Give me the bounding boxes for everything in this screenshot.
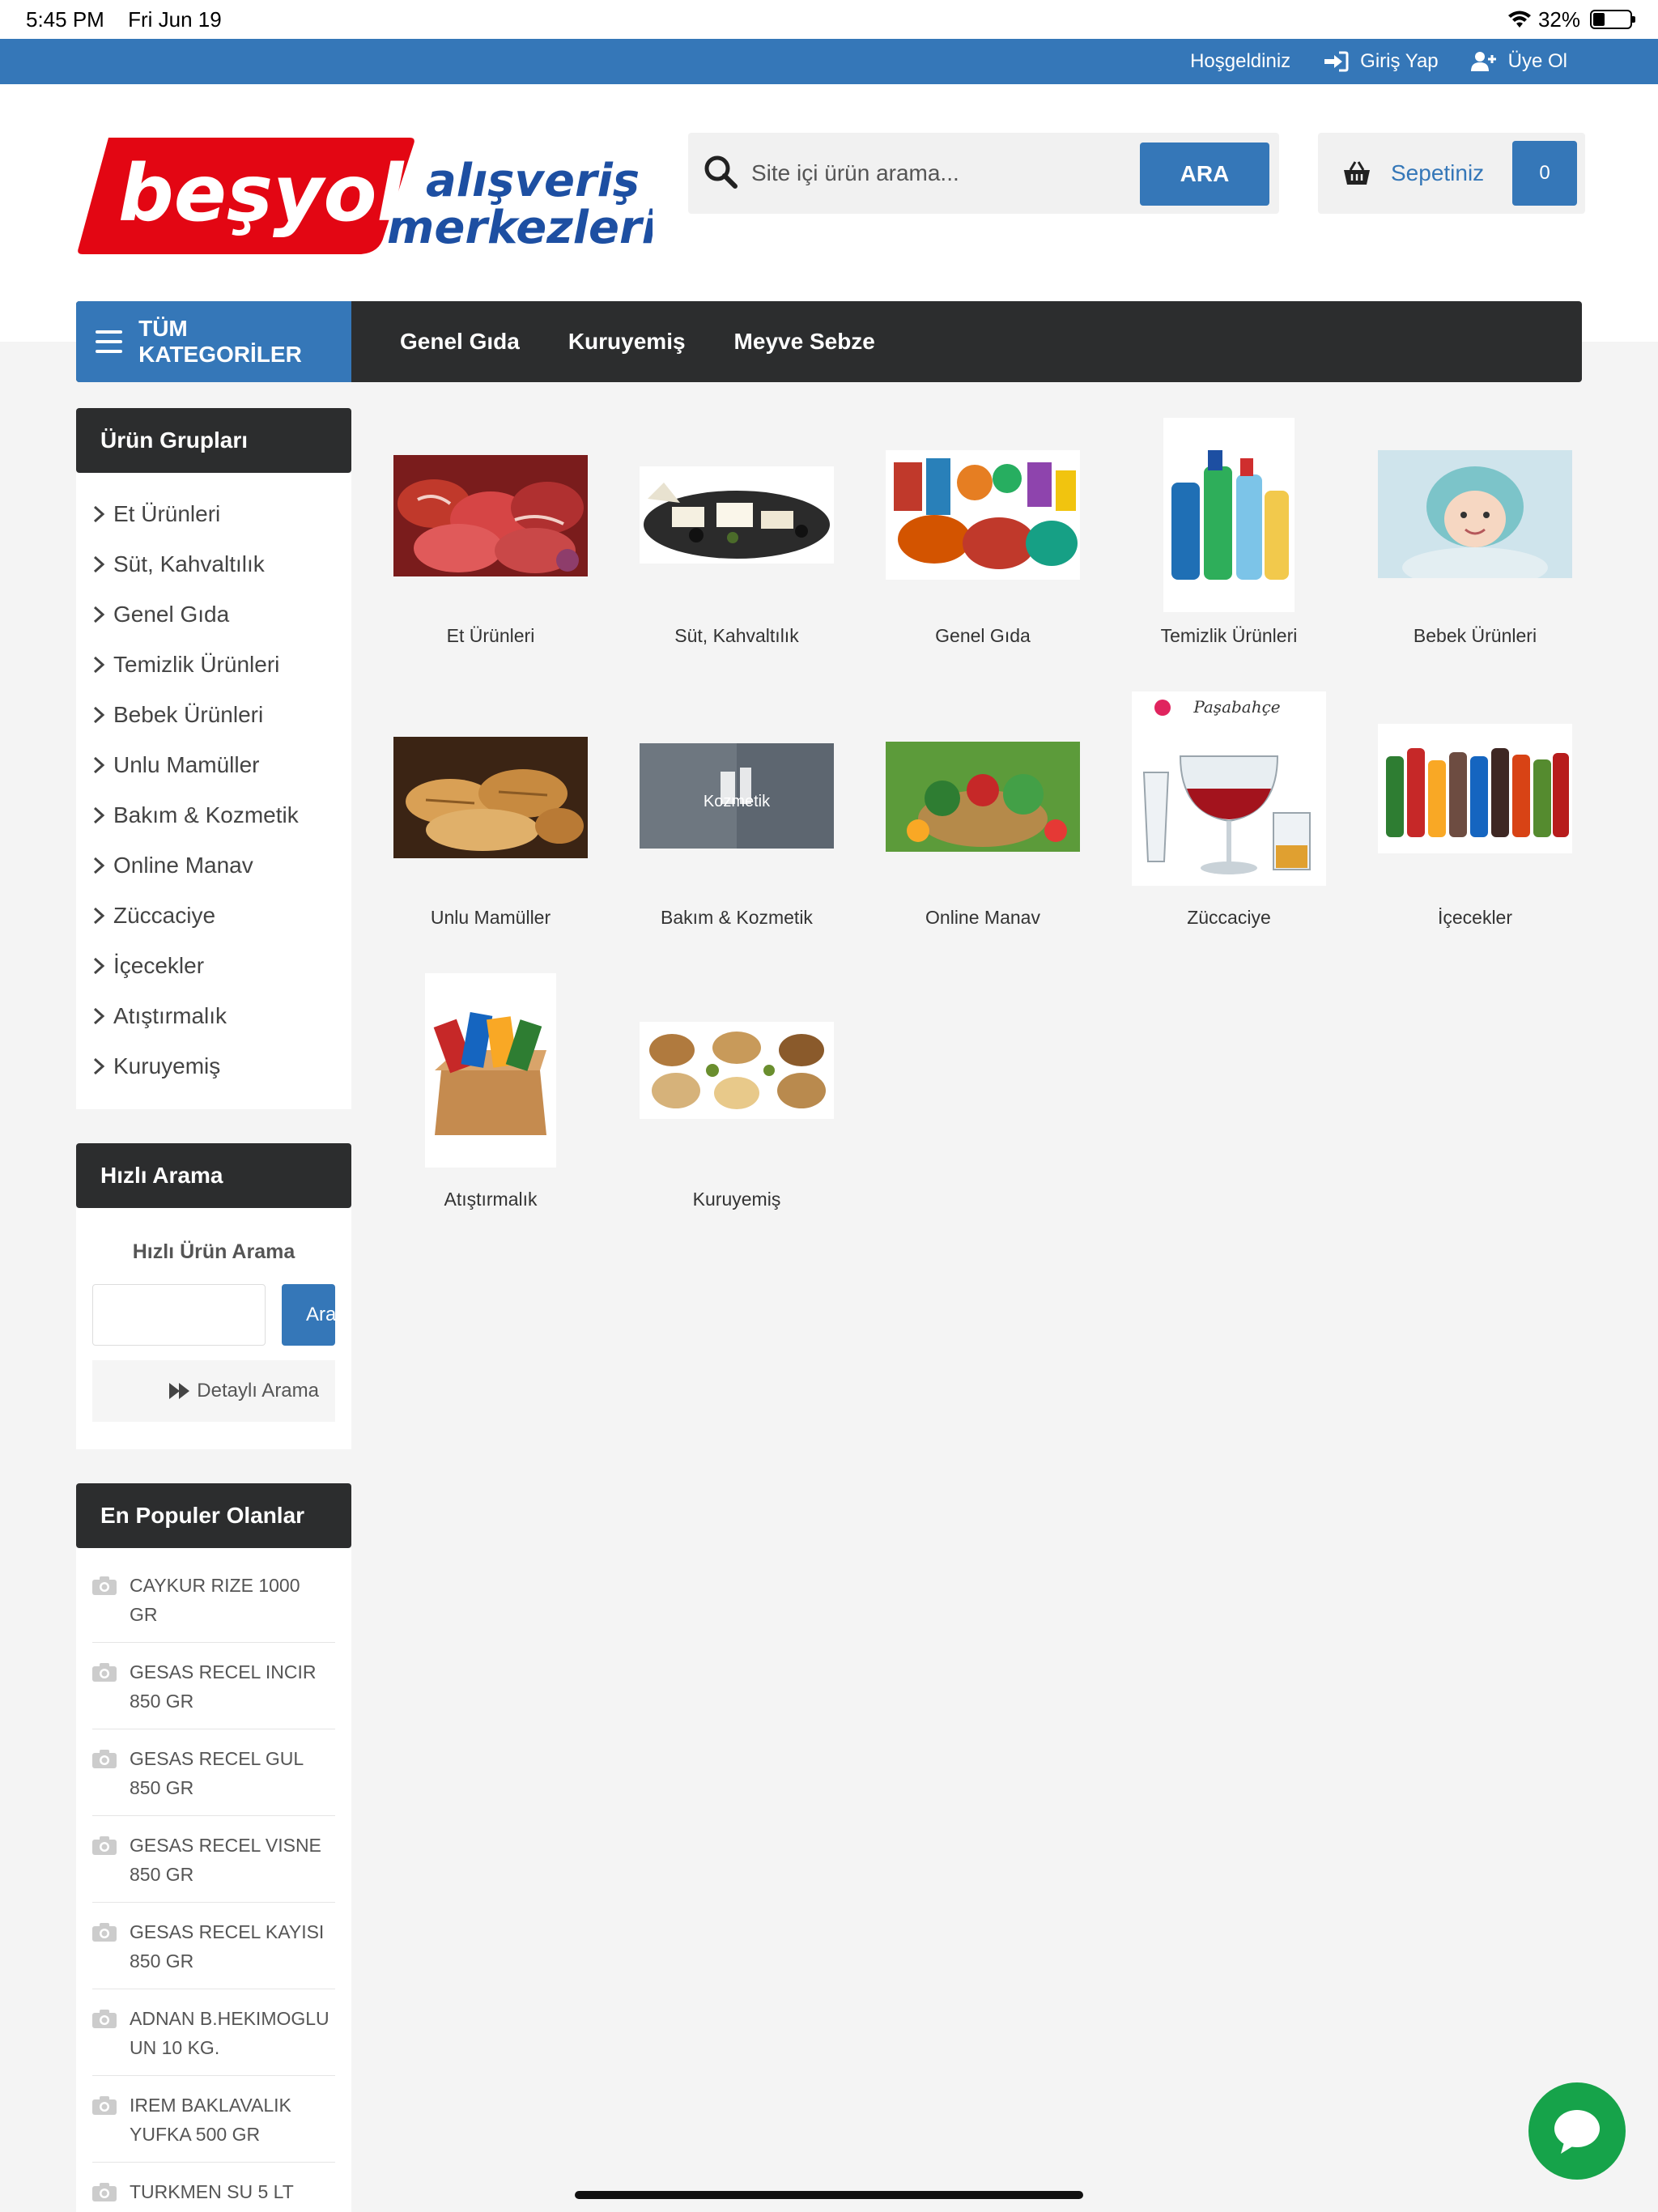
vegetables-photo[interactable] [886,742,1080,852]
popular-list: CAYKUR RIZE 1000 GR GESAS RECEL INCIR 850… [76,1548,351,2212]
category-tile-label[interactable]: Temizlik Ürünleri [1132,625,1326,647]
detailed-search-link[interactable]: Detaylı Arama [92,1360,335,1422]
popular-box: CAYKUR RIZE 1000 GR GESAS RECEL INCIR 850… [76,1548,351,2212]
camera-icon [92,2096,117,2115]
camera-icon [92,1923,117,1942]
category-tile-label[interactable]: İçecekler [1378,907,1572,929]
category-tile-label[interactable]: Online Manav [886,907,1080,929]
camera-icon [92,2183,117,2201]
meat-photo[interactable] [393,455,588,576]
cosmetics-photo[interactable]: Kozmetik [640,743,834,849]
popular-item-label: GESAS RECEL GUL 850 GR [130,1748,304,1798]
glassware-photo[interactable]: Paşabahçe [1132,691,1326,886]
camera-icon [92,1750,117,1768]
detailed-search-label: Detaylı Arama [197,1380,319,1402]
category-tile-label[interactable]: Züccaciye [1132,907,1326,929]
nuts-photo[interactable] [640,1022,834,1119]
category-tile-label[interactable]: Süt, Kahvaltılık [640,625,834,647]
breakfast-photo[interactable] [640,466,834,564]
popular-item[interactable]: CAYKUR RIZE 1000 GR [92,1556,335,1643]
popular-item[interactable]: IREM BAKLAVALIK YUFKA 500 GR [92,2076,335,2163]
fast-forward-icon [169,1383,190,1399]
popular-header: En Populer Olanlar [76,1483,351,1548]
camera-icon [92,1576,117,1595]
popular-item[interactable]: GESAS RECEL GUL 850 GR [92,1729,335,1816]
category-tile-label[interactable]: Unlu Mamüller [393,907,588,929]
popular-item-label: GESAS RECEL KAYISI 850 GR [130,1921,325,1972]
category-tile-label[interactable]: Bakım & Kozmetik [640,907,834,929]
cleaning-photo[interactable] [1163,418,1295,612]
camera-icon [92,1836,117,1855]
popular-item-label: TURKMEN SU 5 LT [130,2181,294,2202]
camera-icon [92,1663,117,1682]
category-tile-label[interactable]: Bebek Ürünleri [1378,625,1572,647]
bread-photo[interactable] [393,737,588,858]
baby-photo[interactable] [1378,450,1572,578]
category-tile-label[interactable]: Atıştırmalık [393,1189,588,1210]
groceries-photo[interactable] [886,450,1080,580]
drinks-photo[interactable] [1378,724,1572,853]
snacks-photo[interactable] [425,973,556,1168]
category-tile-label[interactable]: Et Ürünleri [393,625,588,647]
home-indicator [575,2191,1083,2199]
popular-item[interactable]: TURKMEN SU 5 LT [92,2163,335,2212]
chat-button[interactable] [1528,2082,1626,2180]
popular-item[interactable]: GESAS RECEL KAYISI 850 GR [92,1903,335,1989]
chat-bubble-icon [1554,2110,1600,2154]
popular-item-label: ADNAN B.HEKIMOGLU UN 10 KG. [130,2008,329,2058]
category-tile-label[interactable]: Kuruyemiş [640,1189,834,1210]
popular-item[interactable]: GESAS RECEL INCIR 850 GR [92,1643,335,1729]
popular-item-label: GESAS RECEL VISNE 850 GR [130,1835,321,1885]
camera-icon [92,2010,117,2028]
svg-text:Kozmetik: Kozmetik [704,793,771,810]
svg-text:Paşabahçe: Paşabahçe [1192,697,1280,717]
popular-item-label: IREM BAKLAVALIK YUFKA 500 GR [130,2095,291,2145]
popular-item[interactable]: ADNAN B.HEKIMOGLU UN 10 KG. [92,1989,335,2076]
popular-item[interactable]: GESAS RECEL VISNE 850 GR [92,1816,335,1903]
category-grid: Et Ürünleri Süt, Kahvaltılık Genel Gıda Tem… [0,0,1658,1295]
category-tile-label[interactable]: Genel Gıda [886,625,1080,647]
popular-item-label: GESAS RECEL INCIR 850 GR [130,1661,317,1712]
popular-item-label: CAYKUR RIZE 1000 GR [130,1575,300,1625]
